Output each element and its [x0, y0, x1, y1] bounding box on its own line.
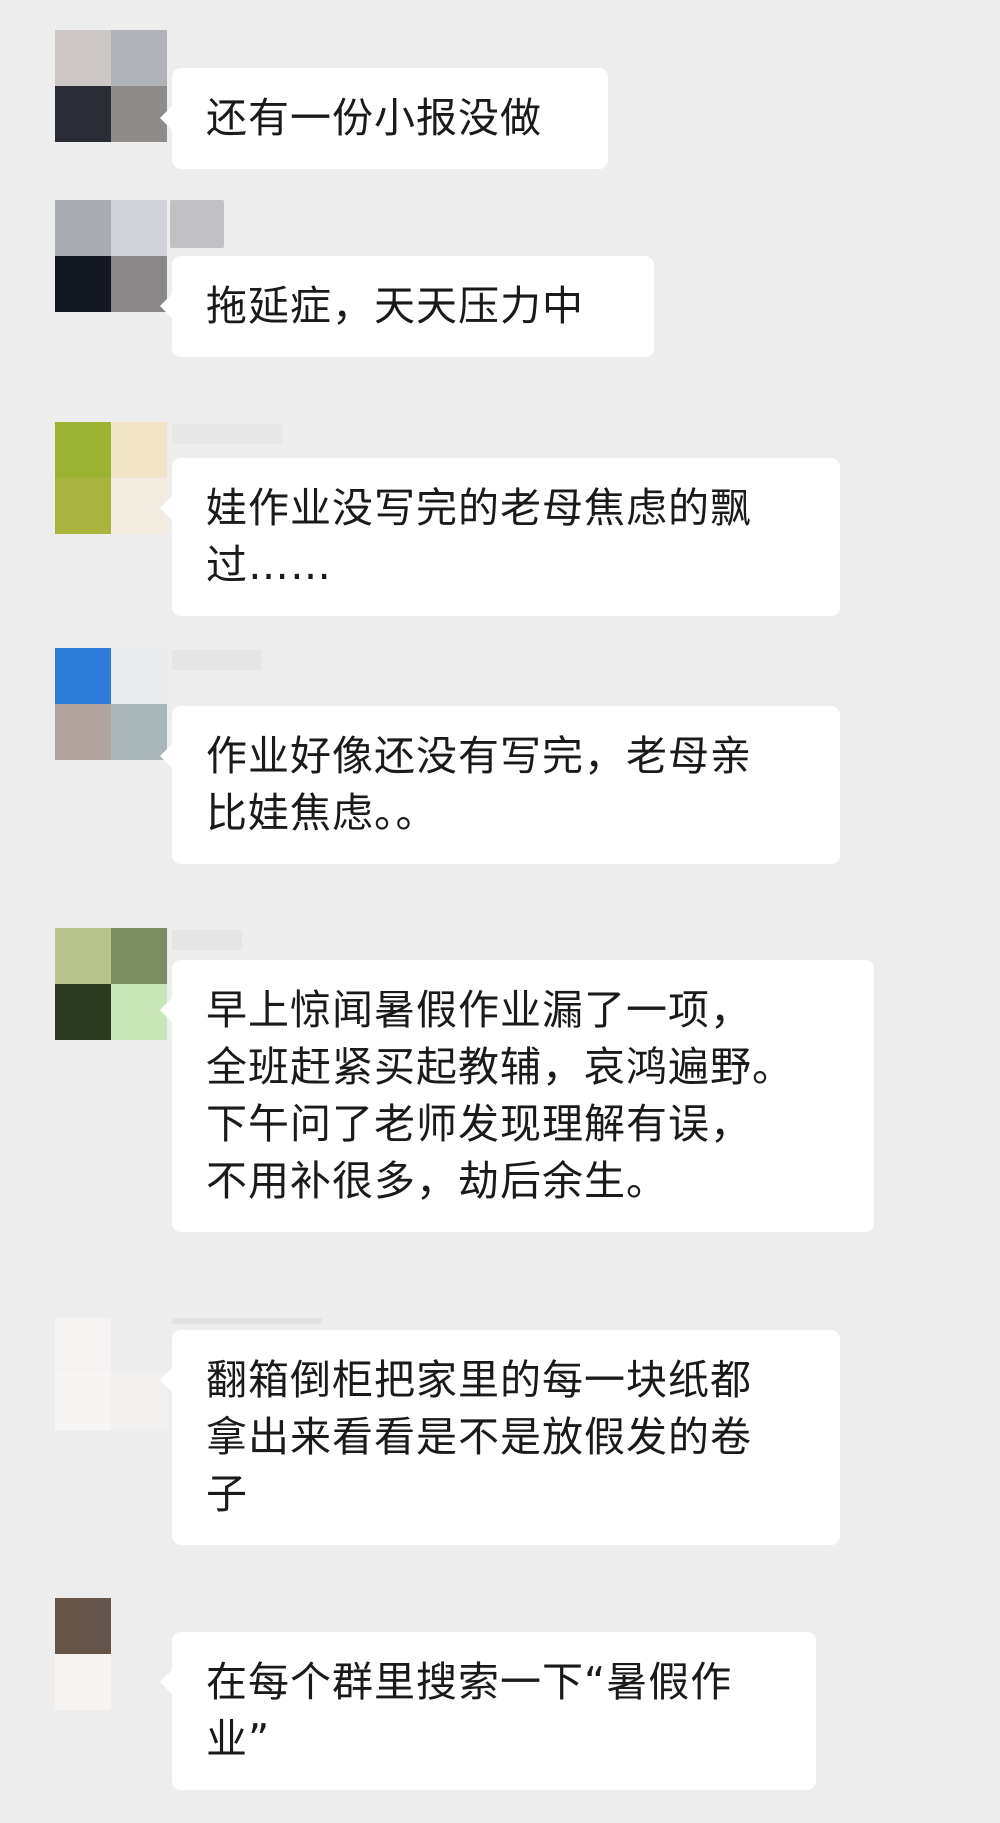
avatar-pixel	[55, 984, 111, 1040]
message-text-line: 下午问了老师发现理解有误，	[206, 1100, 752, 1148]
sender-name-blurred	[170, 200, 224, 248]
avatar-pixel	[55, 928, 111, 984]
message-text-line: 翻箱倒柜把家里的每一块纸都	[206, 1356, 752, 1404]
message-text-line: 不用补很多，劫后余生。	[206, 1157, 668, 1205]
avatar-pixel	[111, 478, 167, 534]
avatar-pixel	[111, 648, 167, 704]
avatar-pixel	[111, 1654, 167, 1710]
message-text-line: 全班赶紧买起教辅，哀鸿遍野。	[206, 1043, 794, 1091]
message-text-line: 拿出来看看是不是放假发的卷	[206, 1413, 752, 1461]
message-text-line: 早上惊闻暑假作业漏了一项，	[206, 986, 752, 1034]
avatar[interactable]	[55, 30, 167, 142]
message-text-line: 作业好像还没有写完，老母亲	[206, 732, 752, 780]
avatar-pixel	[55, 30, 111, 86]
message-text-line: 子	[206, 1470, 248, 1518]
avatar-pixel	[111, 984, 167, 1040]
avatar-pixel	[111, 200, 167, 256]
sender-name-blurred	[172, 424, 282, 444]
avatar-pixel	[55, 1374, 111, 1430]
avatar-pixel	[111, 928, 167, 984]
sender-name-blurred	[172, 1318, 322, 1324]
avatar-pixel	[55, 86, 111, 142]
message-text-line: 业”	[206, 1715, 271, 1763]
message-bubble[interactable]: 还有一份小报没做	[160, 68, 608, 169]
message-bubble[interactable]: 翻箱倒柜把家里的每一块纸都 拿出来看看是不是放假发的卷 子	[160, 1330, 840, 1545]
message-text-line: 比娃焦虑。。	[206, 789, 438, 837]
message-bubble[interactable]: 早上惊闻暑假作业漏了一项， 全班赶紧买起教辅，哀鸿遍野。 下午问了老师发现理解有…	[160, 960, 874, 1232]
message-bubble[interactable]: 作业好像还没有写完，老母亲 比娃焦虑。。	[160, 706, 840, 864]
avatar[interactable]	[55, 1318, 167, 1430]
avatar-pixel	[55, 1654, 111, 1710]
avatar-pixel	[111, 422, 167, 478]
avatar[interactable]	[55, 648, 167, 760]
avatar[interactable]	[55, 200, 167, 312]
message-text-line: 娃作业没写完的老母焦虑的飘	[206, 484, 752, 532]
avatar[interactable]	[55, 928, 167, 1040]
sender-name-blurred	[172, 650, 262, 670]
avatar-pixel	[111, 1598, 167, 1654]
avatar-pixel	[55, 704, 111, 760]
avatar-pixel	[111, 86, 167, 142]
avatar-pixel	[55, 422, 111, 478]
message-text-line: 在每个群里搜索一下“暑假作	[206, 1658, 733, 1706]
avatar-pixel	[55, 200, 111, 256]
avatar-pixel	[55, 478, 111, 534]
avatar-pixel	[55, 1318, 111, 1374]
avatar-pixel	[111, 1318, 167, 1374]
message-text-line: 过……	[206, 541, 332, 589]
message-bubble[interactable]: 娃作业没写完的老母焦虑的飘 过……	[160, 458, 840, 616]
avatar-pixel	[55, 648, 111, 704]
avatar-pixel	[111, 1374, 167, 1430]
message-bubble[interactable]: 拖延症，天天压力中	[160, 256, 654, 357]
avatar-pixel	[111, 256, 167, 312]
avatar-pixel	[111, 704, 167, 760]
message-bubble[interactable]: 在每个群里搜索一下“暑假作 业”	[160, 1632, 816, 1790]
message-text-line: 还有一份小报没做	[206, 94, 542, 142]
avatar-pixel	[111, 30, 167, 86]
message-text-line: 拖延症，天天压力中	[206, 282, 584, 330]
avatar[interactable]	[55, 422, 167, 534]
avatar[interactable]	[55, 1598, 167, 1710]
avatar-pixel	[55, 256, 111, 312]
sender-name-blurred	[172, 930, 242, 950]
avatar-pixel	[55, 1598, 111, 1654]
